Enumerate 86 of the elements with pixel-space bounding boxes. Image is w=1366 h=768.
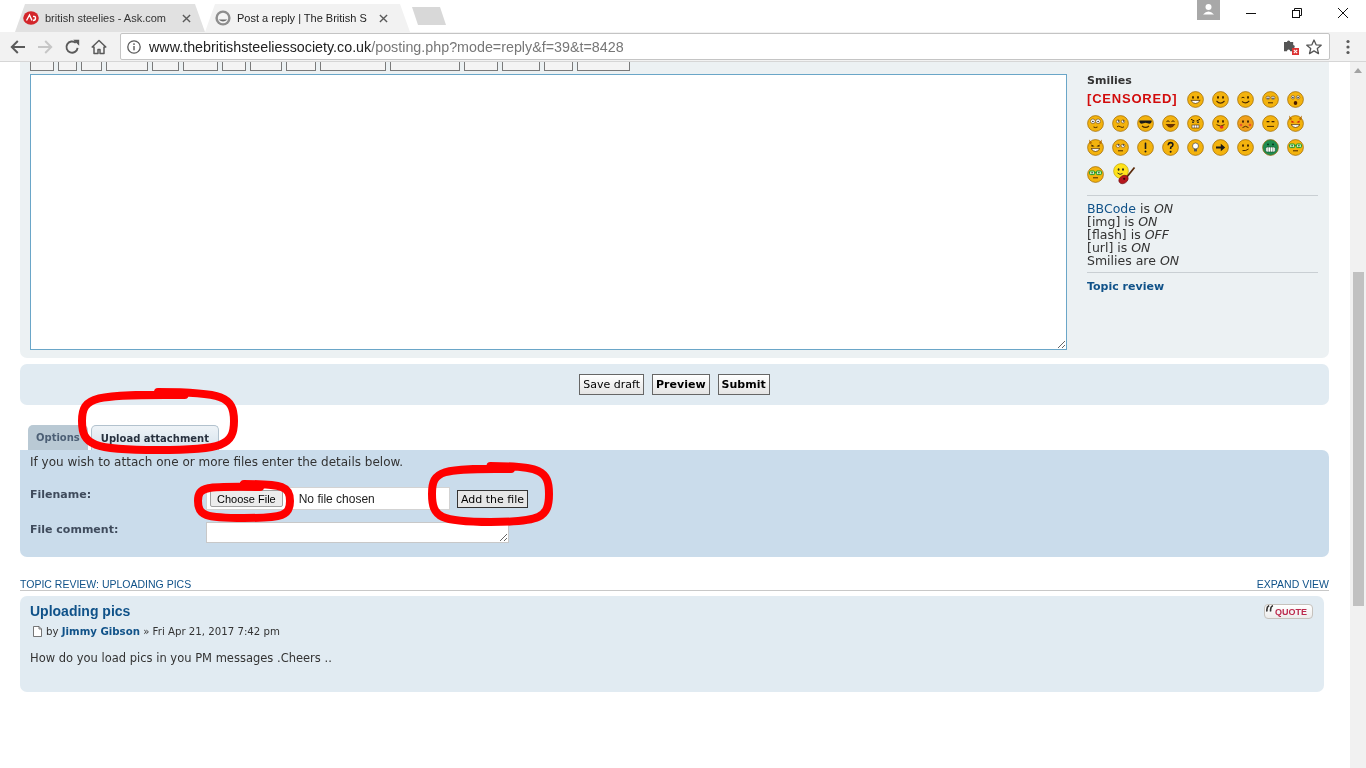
- format-button[interactable]: [106, 62, 148, 71]
- scrollbar-thumb[interactable]: [1352, 272, 1364, 606]
- attachment-tab[interactable]: Options: [28, 425, 88, 450]
- devil-face-icon[interactable]: [1287, 115, 1304, 132]
- expand-view-link[interactable]: EXPAND VIEW: [1256, 578, 1329, 590]
- topic-review-link[interactable]: Topic review: [1087, 280, 1165, 293]
- shocked-face-icon[interactable]: [1287, 91, 1304, 108]
- format-button[interactable]: [58, 62, 77, 71]
- guitar-smiley-icon[interactable]: [1112, 163, 1136, 185]
- exclamation-face-icon[interactable]: [1137, 139, 1154, 156]
- preview-button[interactable]: Preview: [652, 374, 710, 395]
- censored-smiley[interactable]: [CENSORED]: [1087, 91, 1179, 108]
- smirking-face-icon[interactable]: [1237, 139, 1254, 156]
- browser-tab[interactable]: british steelies - Ask.com: [15, 4, 205, 32]
- confused-face-icon[interactable]: [1112, 115, 1129, 132]
- format-button[interactable]: [183, 62, 218, 71]
- format-button[interactable]: [502, 62, 540, 71]
- quote-button[interactable]: QUOTE: [1264, 604, 1313, 619]
- logo-icon: [23, 10, 39, 26]
- add-file-button[interactable]: Add the file: [457, 490, 529, 508]
- format-button[interactable]: [390, 62, 460, 71]
- url-text[interactable]: www.thebritishsteeliessociety.co.uk/posting.php?mode=reply&f=39&t=8428: [149, 38, 624, 55]
- format-button[interactable]: [577, 62, 630, 71]
- author-link[interactable]: Jimmy Gibson: [61, 626, 140, 637]
- format-button[interactable]: [152, 62, 179, 71]
- post-byline: by Jimmy Gibson » Fri Apr 21, 2017 7:42 pm: [46, 625, 280, 638]
- format-button[interactable]: [222, 62, 246, 71]
- arrow-face-icon[interactable]: [1212, 139, 1229, 156]
- bbcode-link[interactable]: BBCode: [1087, 201, 1136, 216]
- eyes-rolled-face-icon[interactable]: [1112, 139, 1129, 156]
- file-status-text: No file chosen: [298, 491, 375, 506]
- winking-face-icon[interactable]: [1237, 91, 1254, 108]
- smilies-heading: Smilies: [1087, 74, 1133, 87]
- neutral-face-icon[interactable]: [1262, 115, 1279, 132]
- format-button[interactable]: [464, 62, 498, 71]
- home-icon[interactable]: [91, 38, 107, 55]
- sad-face-icon[interactable]: [1237, 115, 1254, 132]
- browser-tab[interactable]: Post a reply | The British S: [205, 4, 410, 32]
- address-bar[interactable]: www.thebritishsteeliessociety.co.uk/posting.php?mode=reply&f=39&t=8428: [120, 33, 1330, 60]
- question-face-icon[interactable]: [1162, 139, 1179, 156]
- upload-instructions: If you wish to attach one or more files enter the details below.: [30, 456, 405, 469]
- sleepy-face-icon[interactable]: [1262, 91, 1279, 108]
- save-draft-button[interactable]: Save draft: [579, 374, 645, 395]
- choose-file-button[interactable]: Choose File: [210, 490, 283, 507]
- submit-button[interactable]: Submit: [717, 374, 770, 395]
- comment-textarea[interactable]: [206, 522, 509, 543]
- light-bulb-face-icon[interactable]: [1187, 139, 1204, 156]
- status-text: [img] is ON: [1087, 215, 1159, 228]
- glasses-face-icon[interactable]: [1087, 165, 1104, 183]
- topic-review-heading[interactable]: TOPIC REVIEW: UPLOADING PICS: [20, 578, 192, 590]
- reload-icon[interactable]: [64, 38, 80, 55]
- format-button[interactable]: [81, 62, 102, 71]
- format-button[interactable]: [250, 62, 282, 71]
- puzzle-piece-icon[interactable]: [1282, 38, 1299, 55]
- post-body: How do you load pics in you PM messages .Cheers ..: [30, 651, 333, 665]
- menu-icon[interactable]: [1346, 38, 1350, 55]
- wide-eyed-face-icon[interactable]: [1087, 115, 1104, 132]
- status-text: [flash] is OFF: [1087, 228, 1170, 241]
- horned-face-icon[interactable]: [1087, 139, 1104, 156]
- glasses-face-icon[interactable]: [1287, 139, 1304, 156]
- toothy-grin-face-icon[interactable]: [1262, 139, 1279, 156]
- emblem-icon: [215, 10, 231, 26]
- restore-icon[interactable]: [1292, 8, 1302, 18]
- format-button[interactable]: [544, 62, 573, 71]
- angry-face-icon[interactable]: [1187, 115, 1204, 132]
- format-button[interactable]: [30, 62, 54, 71]
- bookmark-star-icon[interactable]: [1306, 38, 1322, 55]
- grinning-face-icon[interactable]: [1187, 91, 1204, 108]
- smiling-face-icon[interactable]: [1212, 91, 1229, 108]
- close-icon[interactable]: [1338, 8, 1348, 18]
- back-arrow-icon[interactable]: [10, 38, 26, 55]
- field-label: Filename:: [30, 487, 93, 501]
- post-title[interactable]: Uploading pics: [30, 603, 131, 620]
- close-icon[interactable]: [379, 13, 388, 23]
- document-icon: [33, 626, 42, 637]
- info-icon[interactable]: [127, 39, 141, 54]
- field-label: File comment:: [30, 522, 120, 536]
- status-text: Smilies are ON: [1087, 254, 1181, 267]
- sunglasses-face-icon[interactable]: [1137, 115, 1154, 132]
- status-text: [url] is ON: [1087, 241, 1152, 254]
- laughing-face-icon[interactable]: [1162, 115, 1179, 132]
- format-button[interactable]: [320, 62, 386, 71]
- format-button[interactable]: [286, 62, 316, 71]
- bbcode-status-text: BBCode is ON: [1087, 202, 1175, 215]
- quote-mark-icon: [1266, 605, 1274, 612]
- tongue-out-face-icon[interactable]: [1212, 115, 1229, 132]
